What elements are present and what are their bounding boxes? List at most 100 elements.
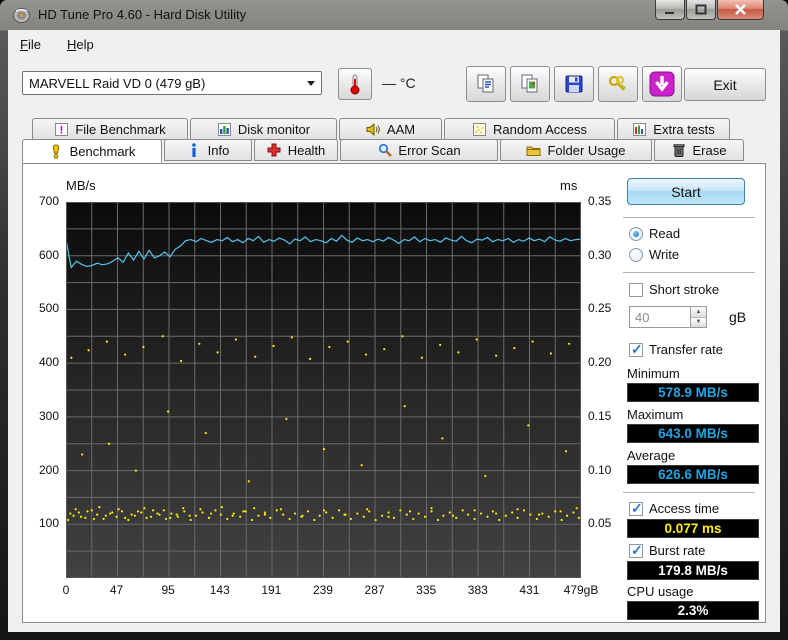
tick-label: 0.05	[588, 516, 612, 531]
tab-label: Disk monitor	[237, 121, 311, 137]
size-unit-label: gB	[729, 309, 747, 325]
radio-icon	[629, 247, 643, 262]
tick-label: 95	[161, 583, 175, 597]
trash-icon	[672, 143, 687, 158]
tick-label: 287	[364, 583, 385, 597]
spinner-buttons[interactable]: ▲ ▼	[691, 306, 707, 328]
access-time-checkbox[interactable]: Access time	[629, 500, 719, 517]
start-button[interactable]: Start	[627, 178, 745, 205]
close-button[interactable]	[717, 0, 764, 20]
tick-label: 400	[38, 355, 59, 370]
file-benchmark-icon: !	[54, 122, 69, 137]
read-radio[interactable]: Read	[629, 226, 680, 241]
checkbox-checked-icon	[629, 341, 643, 358]
tab-folder-usage[interactable]: Folder Usage	[500, 139, 652, 161]
tab-health[interactable]: Health	[254, 139, 338, 161]
tab-info[interactable]: Info	[164, 139, 252, 161]
size-spinner[interactable]: 40 ▲ ▼ gB	[629, 306, 746, 328]
average-value: 626.6 MB/s	[627, 465, 759, 484]
menu-item-file[interactable]: File	[20, 37, 41, 52]
drive-select-value: MARVELL Raid VD 0 (479 gB)	[29, 75, 206, 91]
tab-label: Error Scan	[398, 142, 461, 158]
options-button[interactable]	[598, 66, 638, 102]
tab-label: Info	[207, 142, 230, 158]
tick-label: 383	[467, 583, 488, 597]
tick-label: 431	[519, 583, 540, 597]
chevron-down-icon	[301, 72, 321, 94]
tick-label: 0.25	[588, 301, 612, 316]
transfer-rate-label: Transfer rate	[649, 342, 723, 357]
tab-erase[interactable]: Erase	[654, 139, 744, 161]
benchmark-icon	[49, 143, 64, 159]
burst-rate-checkbox[interactable]: Burst rate	[629, 542, 705, 559]
tick-label: 0.35	[588, 194, 612, 208]
tick-label: 47	[109, 583, 124, 597]
exit-button[interactable]: Exit	[684, 68, 766, 101]
speaker-icon	[366, 122, 381, 137]
separator	[623, 217, 755, 218]
minimize-button[interactable]	[655, 0, 685, 20]
tab-file-benchmark[interactable]: ! File Benchmark	[32, 118, 188, 140]
tick-label: 0.15	[588, 408, 612, 423]
copy-image-button[interactable]	[510, 66, 550, 102]
toolbar: MARVELL Raid VD 0 (479 gB) — °C Exit	[8, 58, 780, 112]
disk-monitor-icon	[217, 122, 232, 137]
short-stroke-checkbox[interactable]: Short stroke	[629, 282, 719, 297]
info-icon	[187, 143, 202, 158]
tick-label: 700	[38, 194, 59, 208]
tick-label: 239	[312, 583, 333, 597]
window-title: HD Tune Pro 4.60 - Hard Disk Utility	[38, 7, 247, 22]
checkbox-icon	[629, 282, 643, 297]
benchmark-chart	[66, 202, 581, 578]
checkbox-checked-icon	[629, 500, 643, 517]
tab-label: Folder Usage	[547, 142, 626, 158]
save-button[interactable]	[554, 66, 594, 102]
write-label: Write	[649, 247, 680, 262]
checkbox-checked-icon	[629, 542, 643, 559]
spin-down-icon[interactable]: ▼	[691, 317, 706, 327]
tab-label: Extra tests	[653, 121, 715, 137]
tick-label: 500	[38, 301, 59, 316]
title-bar[interactable]: HD Tune Pro 4.60 - Hard Disk Utility	[0, 0, 788, 30]
screenshot-button[interactable]	[642, 66, 682, 102]
copy-text-button[interactable]	[466, 66, 506, 102]
copy-image-icon	[521, 74, 538, 93]
tab-label: Health	[287, 142, 326, 158]
start-label: Start	[671, 183, 701, 200]
tab-error-scan[interactable]: Error Scan	[340, 139, 498, 161]
spin-up-icon[interactable]: ▲	[691, 307, 706, 318]
tab-random-access[interactable]: Random Access	[444, 118, 615, 140]
tab-benchmark[interactable]: Benchmark	[22, 139, 162, 163]
maximize-button[interactable]	[686, 0, 716, 20]
minimum-label: Minimum	[627, 366, 680, 381]
copy-text-icon	[477, 74, 494, 93]
drive-select-dropdown[interactable]: MARVELL Raid VD 0 (479 gB)	[22, 71, 322, 95]
app-window: HD Tune Pro 4.60 - Hard Disk Utility Fil…	[0, 0, 788, 640]
write-radio[interactable]: Write	[629, 247, 679, 262]
folder-icon	[526, 143, 541, 158]
client-area: File Help MARVELL Raid VD 0 (479 gB) — °C	[8, 30, 780, 632]
separator	[623, 272, 755, 273]
tick-label: 0.10	[588, 462, 612, 477]
short-stroke-label: Short stroke	[649, 282, 720, 297]
save-icon	[565, 75, 583, 93]
cpu-usage-label: CPU usage	[627, 584, 694, 599]
tab-disk-monitor[interactable]: Disk monitor	[190, 118, 337, 140]
tick-label: 0	[62, 583, 70, 597]
exit-label: Exit	[713, 76, 737, 93]
tab-aam[interactable]: AAM	[339, 118, 442, 140]
radio-selected-icon	[629, 226, 643, 241]
cpu-usage-value: 2.3%	[627, 601, 759, 620]
transfer-rate-checkbox[interactable]: Transfer rate	[629, 341, 723, 358]
maximum-label: Maximum	[627, 407, 684, 422]
download-arrow-icon	[649, 71, 675, 97]
tab-strip: ! File Benchmark Disk monitor AAM Random…	[8, 118, 780, 164]
options-keys-icon	[608, 75, 626, 91]
size-input[interactable]: 40	[629, 306, 691, 328]
tab-extra-tests[interactable]: Extra tests	[617, 118, 730, 140]
tab-label: Benchmark	[69, 143, 136, 159]
menu-item-help[interactable]: Help	[67, 37, 94, 52]
svg-text:!: !	[60, 124, 64, 136]
temperature-readout: — °C	[382, 75, 416, 91]
temperature-button[interactable]	[338, 68, 372, 100]
